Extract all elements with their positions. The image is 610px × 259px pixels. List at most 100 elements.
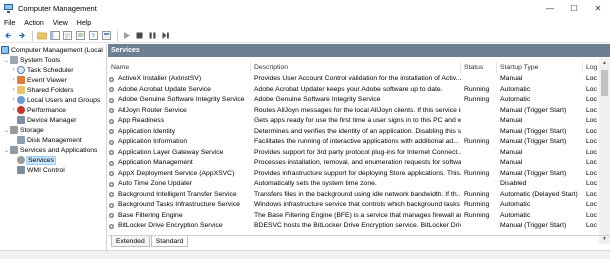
gear-icon <box>108 223 115 229</box>
tree-item-storage[interactable]: ⌄ Storage <box>3 125 44 135</box>
pause-service-icon[interactable] <box>147 30 158 41</box>
service-logon: Loc <box>586 211 597 219</box>
gear-icon <box>108 181 115 187</box>
service-status: Running <box>464 85 490 93</box>
chevron-right-icon[interactable]: › <box>10 85 17 95</box>
service-startup: Manual (Trigger Start) <box>500 127 567 135</box>
scroll-up-icon[interactable]: ▲ <box>599 58 610 68</box>
view-tabs: Extended Standard <box>108 235 610 247</box>
column-header-startup-type[interactable]: Startup Type <box>497 62 583 73</box>
computer-management-icon <box>4 4 13 13</box>
service-logon: Loc <box>586 96 597 103</box>
tree-item-services[interactable]: Services <box>17 155 57 165</box>
tree-item-shared-folders[interactable]: › Shared Folders <box>10 85 73 95</box>
tree-item-disk-management[interactable]: Disk Management <box>17 135 82 145</box>
chevron-right-icon[interactable]: › <box>10 105 17 115</box>
service-name: Application Information <box>108 137 251 148</box>
table-row[interactable]: Application Management Processes installa… <box>108 158 598 169</box>
service-name-text: Adobe Genuine Software Integrity Service <box>118 96 245 103</box>
service-status: Running <box>464 96 490 103</box>
table-row[interactable]: Auto Time Zone Updater Automatically sets… <box>108 179 598 190</box>
chevron-down-icon[interactable]: ⌄ <box>3 125 10 135</box>
window-title: Computer Management <box>18 4 97 13</box>
properties-icon[interactable] <box>101 30 112 41</box>
tree-item-wmi-control[interactable]: WMI Control <box>17 165 65 175</box>
service-name: Application Layer Gateway Service <box>108 148 251 159</box>
service-startup: Automatic <box>500 211 531 219</box>
tree-item-device-manager[interactable]: Device Manager <box>17 115 77 125</box>
service-logon: Loc <box>586 148 597 156</box>
chevron-right-icon[interactable]: › <box>10 65 17 75</box>
service-logon: Loc <box>586 75 597 82</box>
refresh-icon[interactable] <box>62 30 73 41</box>
scroll-thumb[interactable] <box>601 70 608 96</box>
table-row[interactable]: Background Intelligent Transfer Service T… <box>108 190 598 201</box>
service-startup: Manual (Trigger Start) <box>500 106 567 114</box>
service-status <box>464 106 497 117</box>
service-description: Facilitates the running of interactive a… <box>254 138 459 145</box>
menu-help[interactable]: Help <box>77 20 91 27</box>
service-status <box>464 158 497 169</box>
tab-extended[interactable]: Extended <box>111 236 150 247</box>
export-list-icon[interactable] <box>75 30 86 41</box>
table-row[interactable]: BitLocker Drive Encryption Service BDESVC… <box>108 221 598 232</box>
back-icon[interactable] <box>3 30 14 41</box>
table-row[interactable]: Adobe Acrobat Update Service Adobe Acroba… <box>108 85 598 96</box>
tree-item-performance[interactable]: › Performance <box>10 105 66 115</box>
column-header-status[interactable]: Status <box>461 62 497 73</box>
tree-item-task-scheduler[interactable]: › Task Scheduler <box>10 65 73 75</box>
menu-view[interactable]: View <box>53 20 68 27</box>
column-header-name[interactable]: Name <box>108 62 251 73</box>
service-name: Background Tasks Infrastructure Service <box>108 200 251 211</box>
close-button[interactable]: ✕ <box>586 0 610 17</box>
show-hide-tree-icon[interactable] <box>49 30 60 41</box>
services-list: ActiveX Installer (AxInstSV) Provides Use… <box>108 74 598 244</box>
stop-service-icon[interactable] <box>134 30 145 41</box>
help-icon[interactable]: ? <box>88 30 99 41</box>
chevron-right-icon[interactable]: › <box>10 75 17 85</box>
table-row[interactable]: Background Tasks Infrastructure Service W… <box>108 200 598 211</box>
menu-action[interactable]: Action <box>24 20 43 27</box>
service-logon: Loc <box>586 127 597 135</box>
chevron-down-icon[interactable]: ⌄ <box>3 145 10 155</box>
menu-file[interactable]: File <box>4 20 15 27</box>
table-row[interactable]: AppX Deployment Service (AppXSVC) Provide… <box>108 169 598 180</box>
tree-item-computer-management[interactable]: Computer Management (Local <box>1 45 103 55</box>
tree-item-event-viewer[interactable]: › Event Viewer <box>10 75 67 85</box>
service-startup: Automatic <box>500 96 531 103</box>
service-status <box>464 148 497 159</box>
minimize-button[interactable]: — <box>538 0 562 17</box>
up-folder-icon[interactable] <box>36 30 47 41</box>
services-apps-icon <box>10 146 18 154</box>
table-row[interactable]: Adobe Genuine Software Integrity Service… <box>108 95 598 106</box>
table-row[interactable]: Application Layer Gateway Service Provide… <box>108 148 598 159</box>
service-name-text: Background Tasks Infrastructure Service <box>118 201 240 208</box>
table-row[interactable]: Base Filtering Engine The Base Filtering … <box>108 211 598 222</box>
restart-service-icon[interactable] <box>160 30 171 41</box>
table-row[interactable]: ActiveX Installer (AxInstSV) Provides Use… <box>108 74 598 85</box>
service-name-text: Application Identity <box>118 127 176 135</box>
vertical-scrollbar[interactable]: ▲ ▼ <box>599 58 610 244</box>
start-service-icon[interactable] <box>121 30 132 41</box>
tree-item-services-apps[interactable]: ⌄ Services and Applications <box>3 145 97 155</box>
table-row[interactable]: Application Information Facilitates the r… <box>108 137 598 148</box>
device-manager-icon <box>17 116 25 124</box>
tab-standard[interactable]: Standard <box>150 236 189 247</box>
chevron-down-icon[interactable]: ⌄ <box>3 55 10 65</box>
tree-item-system-tools[interactable]: ⌄ System Tools <box>3 55 60 65</box>
chevron-right-icon[interactable]: › <box>10 95 17 105</box>
service-name: Application Management <box>108 158 251 169</box>
column-header-logon[interactable]: Log O <box>583 62 605 73</box>
service-description: Routes AllJoyn messages for the local Al… <box>254 106 461 114</box>
column-header-description[interactable]: Description <box>251 62 461 73</box>
table-row[interactable]: AllJoyn Router Service Routes AllJoyn mes… <box>108 106 598 117</box>
forward-icon[interactable] <box>16 30 27 41</box>
service-name: Background Intelligent Transfer Service <box>108 190 251 201</box>
service-name: Auto Time Zone Updater <box>108 179 251 190</box>
table-row[interactable]: Application Identity Determines and verif… <box>108 127 598 138</box>
tree-item-local-users[interactable]: › Local Users and Groups <box>10 95 100 105</box>
table-row[interactable]: App Readiness Gets apps ready for use the… <box>108 116 598 127</box>
service-name-text: Application Management <box>118 159 193 166</box>
service-logon: Loc <box>586 180 597 187</box>
maximize-button[interactable]: ☐ <box>562 0 586 17</box>
